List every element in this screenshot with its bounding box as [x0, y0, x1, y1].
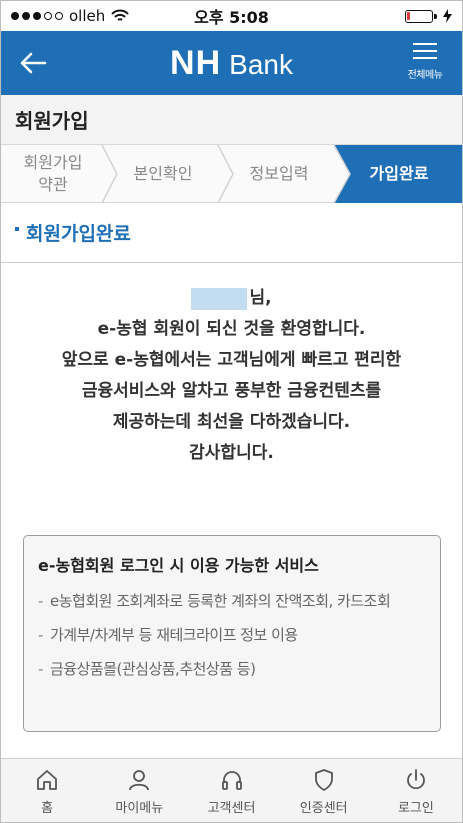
nav-certificate-center-label: 인증센터: [299, 800, 348, 816]
nav-customer-center-label: 고객센터: [207, 800, 256, 816]
full-menu-label: 전체메뉴: [407, 70, 443, 81]
section-title: 회원가입완료: [26, 223, 131, 245]
page-title: 회원가입: [1, 95, 462, 145]
nav-login[interactable]: 로그인: [370, 759, 462, 822]
status-left: olleh: [11, 7, 129, 25]
welcome-line-3: 금융서비스와 알차고 풍부한 금융컨텐츠를: [81, 381, 382, 401]
status-bar: olleh 오후 5:08: [1, 1, 462, 31]
logo-nh: NH: [170, 43, 222, 82]
available-services-box: e-농협회원 로그인 시 이용 가능한 서비스 e농협회원 조회계좌로 등록한 …: [23, 535, 441, 732]
nav-my-menu[interactable]: 마이메뉴: [93, 759, 185, 822]
home-icon: [37, 769, 57, 790]
full-menu-button[interactable]: 전체메뉴: [402, 39, 448, 81]
list-item: 가계부/차계부 등 재테크라이프 정보 이용: [38, 622, 426, 648]
services-title: e-농협회원 로그인 시 이용 가능한 서비스: [38, 556, 319, 575]
wifi-icon: [111, 9, 129, 21]
welcome-line-4: 제공하는데 최선을 다하겠습니다.: [112, 412, 351, 432]
nav-login-label: 로그인: [397, 800, 434, 816]
battery-icon: [405, 9, 437, 23]
charging-icon: [443, 9, 452, 23]
nav-customer-center[interactable]: 고객센터: [185, 759, 277, 822]
step-terms-label: 회원가입 약관: [23, 153, 83, 194]
welcome-line-2: 앞으로 e-농협에서는 고객님에게 빠르고 편리한: [61, 350, 402, 370]
welcome-message: 님, e-농협 회원이 되신 것을 환영합니다. 앞으로 e-농협에서는 고객님…: [1, 283, 462, 469]
step-active-arrow: [334, 145, 352, 203]
status-right: [405, 9, 452, 23]
nav-certificate-center[interactable]: 인증센터: [278, 759, 370, 822]
nh-bank-logo: NH Bank: [1, 44, 462, 83]
step-info-label: 정보입력: [249, 164, 309, 183]
power-icon: [407, 768, 425, 789]
back-button[interactable]: [1, 31, 65, 95]
step-complete-label: 가입완료: [369, 164, 429, 183]
step-identity-label: 본인확인: [133, 164, 193, 183]
arrow-left-icon: [20, 52, 47, 74]
welcome-line-1: e-농협 회원이 되신 것을 환영합니다.: [97, 319, 366, 339]
nav-my-menu-label: 마이메뉴: [115, 800, 164, 816]
hamburger-icon: [413, 43, 437, 59]
step-info-input: 정보입력: [221, 145, 337, 203]
list-item: 금융상품몰(관심상품,추천상품 등): [38, 656, 426, 682]
carrier-label: olleh: [69, 7, 106, 25]
step-identity: 본인확인: [105, 145, 221, 203]
signup-steps: 회원가입 약관 본인확인 정보입력 가입완료: [1, 145, 462, 203]
services-list: e농협회원 조회계좌로 등록한 계좌의 잔액조회, 카드조회 가계부/차계부 등…: [38, 588, 426, 682]
phone-frame: olleh 오후 5:08 NH Bank 전체메뉴 회원가입 회원가입 약관 …: [0, 0, 463, 823]
masked-user-name: [191, 287, 248, 310]
nav-home[interactable]: 홈: [1, 759, 93, 822]
app-header: NH Bank 전체메뉴: [1, 31, 462, 95]
headset-icon: [221, 770, 242, 790]
nav-home-label: 홈: [41, 800, 54, 816]
welcome-name-line: 님,: [1, 283, 462, 314]
section-header: 회원가입완료: [1, 203, 462, 263]
step-complete: 가입완료: [334, 145, 462, 203]
bullet-icon: [15, 226, 19, 231]
logo-bank: Bank: [229, 48, 293, 80]
person-icon: [129, 769, 150, 790]
shield-icon: [314, 768, 333, 791]
bottom-nav: 홈 마이메뉴 고객센터 인증센터 로그인: [1, 758, 462, 822]
signal-strength-icon: [11, 12, 63, 20]
name-suffix: 님,: [249, 288, 272, 308]
welcome-line-5: 감사합니다.: [189, 443, 274, 463]
step-terms: 회원가입 약관: [1, 145, 105, 203]
list-item: e농협회원 조회계좌로 등록한 계좌의 잔액조회, 카드조회: [38, 588, 426, 614]
